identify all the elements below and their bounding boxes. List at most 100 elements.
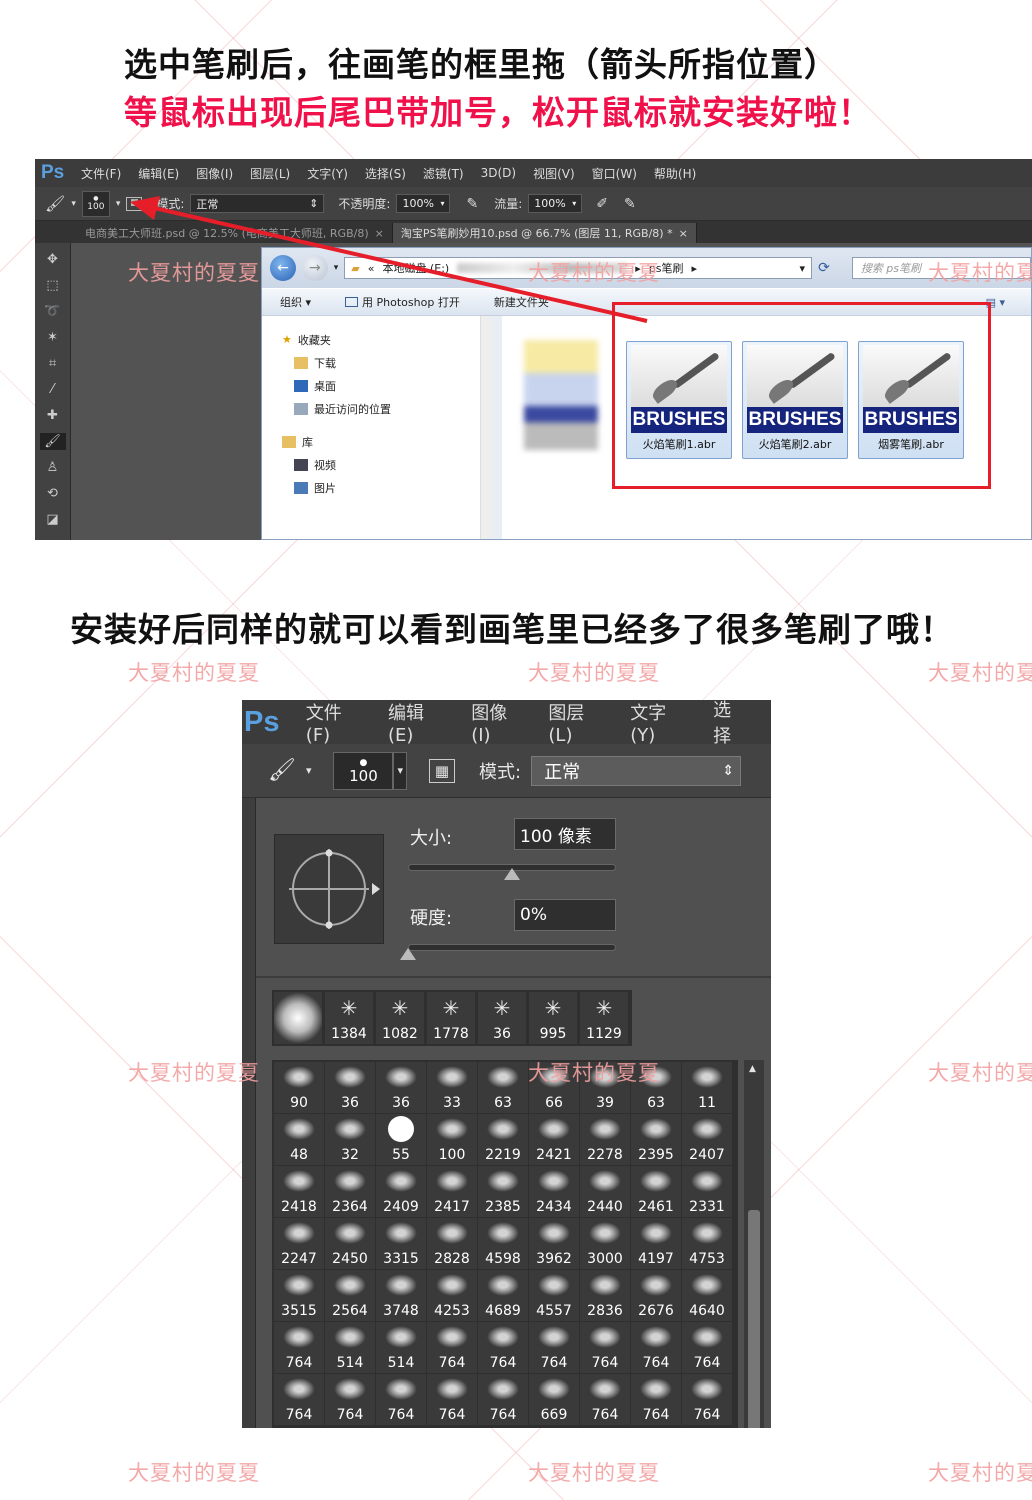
menu-help[interactable]: 帮助(H) [654, 165, 696, 182]
history-brush-tool-icon[interactable]: ⟲ [44, 485, 62, 502]
mode-select[interactable]: 正常 ⇕ [531, 755, 742, 786]
brush-cell[interactable]: 764 [478, 1374, 528, 1425]
menu-image[interactable]: 图像(I) [196, 165, 233, 182]
menu-edit[interactable]: 编辑(E) [138, 165, 179, 182]
hardness-slider[interactable] [408, 944, 616, 951]
brush-cell[interactable]: 2440 [580, 1166, 630, 1217]
brush-cell[interactable]: 764 [580, 1374, 630, 1425]
brush-preset[interactable]: ✳ 1129 [580, 992, 628, 1044]
healing-brush-tool-icon[interactable]: ✚ [44, 407, 62, 424]
size-slider-thumb[interactable] [504, 868, 520, 880]
brush-cell[interactable]: 514 [376, 1322, 426, 1373]
menu-select[interactable]: 选择 [713, 700, 749, 748]
airbrush-icon[interactable]: ✐ [596, 196, 608, 212]
brush-cell[interactable]: 3315 [376, 1218, 426, 1269]
brush-cell[interactable]: 4253 [427, 1270, 477, 1321]
brush-cell[interactable]: 2434 [529, 1166, 579, 1217]
menu-file[interactable]: 文件(F) [306, 700, 366, 746]
brush-preset-picker[interactable]: ● 100 [81, 190, 110, 217]
eraser-tool-icon[interactable]: ◪ [44, 511, 62, 528]
close-icon[interactable]: × [679, 227, 688, 240]
hardness-input[interactable]: 0% [514, 899, 616, 931]
menu-type[interactable]: 文字(Y) [630, 700, 691, 746]
brush-cell[interactable]: 2676 [631, 1270, 681, 1321]
brush-cell[interactable]: 36 [376, 1062, 426, 1113]
menu-select[interactable]: 选择(S) [365, 165, 406, 182]
nav-pictures[interactable]: 图片 [282, 476, 489, 499]
brush-cell[interactable]: 2828 [427, 1218, 477, 1269]
brush-cell[interactable]: 100 [427, 1114, 477, 1165]
chevron-down-icon[interactable]: ▾ [393, 751, 407, 790]
brush-tool-icon[interactable]: 🖌 [39, 433, 66, 450]
nav-libraries[interactable]: 库 [282, 430, 489, 453]
brush-cell[interactable]: 764 [478, 1322, 528, 1373]
organize-button[interactable]: 组织 ▾ [280, 294, 311, 310]
brush-cell[interactable]: 4689 [478, 1270, 528, 1321]
flow-field[interactable]: 100% ▾ [528, 194, 583, 213]
brush-cell[interactable]: 764 [274, 1374, 324, 1425]
soft-round-brush-preset[interactable] [274, 992, 322, 1044]
brush-panel-toggle-icon[interactable]: ▦ [126, 196, 143, 211]
nav-favorites[interactable]: ★ 收藏夹 [282, 328, 489, 351]
brush-cell[interactable]: 669 [529, 1374, 579, 1425]
brush-cell[interactable]: 764 [427, 1374, 477, 1425]
brush-cell[interactable]: 2385 [478, 1166, 528, 1217]
nav-recent[interactable]: 最近访问的位置 [282, 397, 489, 420]
brush-cell[interactable]: 2461 [631, 1166, 681, 1217]
scroll-up-icon[interactable]: ▲ [749, 1064, 756, 1074]
brush-cell[interactable]: 3515 [274, 1270, 324, 1321]
brush-cell[interactable]: 764 [325, 1374, 375, 1425]
brush-cell[interactable]: 36 [325, 1062, 375, 1113]
brush-cell[interactable]: 4197 [631, 1218, 681, 1269]
close-icon[interactable]: × [375, 227, 384, 240]
brush-cell[interactable]: 2421 [529, 1114, 579, 1165]
brush-preset[interactable]: ✳ 1384 [325, 992, 373, 1044]
back-icon[interactable]: ← [270, 255, 296, 281]
brush-cell[interactable]: 55 [376, 1114, 426, 1165]
brush-tool-icon[interactable]: 🖌 [268, 758, 296, 783]
brush-cell[interactable]: 2247 [274, 1218, 324, 1269]
brush-cell[interactable]: 3000 [580, 1218, 630, 1269]
brush-cell[interactable]: 764 [427, 1322, 477, 1373]
brush-cell[interactable]: 764 [682, 1374, 732, 1425]
brush-cell[interactable]: 764 [376, 1374, 426, 1425]
new-folder-button[interactable]: 新建文件夹 [494, 294, 549, 310]
brush-cell[interactable]: 63 [478, 1062, 528, 1113]
marquee-tool-icon[interactable]: ⬚ [44, 277, 62, 294]
move-tool-icon[interactable]: ✥ [44, 251, 62, 268]
eyedropper-tool-icon[interactable]: ⁄ [44, 381, 62, 398]
opacity-field[interactable]: 100% ▾ [396, 194, 451, 213]
brush-cell[interactable]: 2836 [580, 1270, 630, 1321]
brush-cell[interactable]: 2564 [325, 1270, 375, 1321]
pressure-size-icon[interactable]: ✎ [624, 196, 636, 212]
open-with-photoshop-button[interactable]: 用 Photoshop 打开 [345, 294, 460, 310]
brush-cell[interactable]: 764 [631, 1374, 681, 1425]
brush-cell[interactable]: 4598 [478, 1218, 528, 1269]
nav-downloads[interactable]: 下载 [282, 351, 489, 374]
lasso-tool-icon[interactable]: ➰ [44, 303, 62, 320]
brush-cell[interactable]: 2219 [478, 1114, 528, 1165]
brush-cell[interactable]: 3962 [529, 1218, 579, 1269]
brush-cell[interactable]: 2417 [427, 1166, 477, 1217]
brush-cell[interactable]: 48 [274, 1114, 324, 1165]
brush-preset-picker[interactable]: ● 100 [333, 751, 394, 790]
brush-cell[interactable]: 2450 [325, 1218, 375, 1269]
crop-tool-icon[interactable]: ⌗ [44, 355, 62, 372]
brush-cell[interactable]: 764 [580, 1322, 630, 1373]
mode-select[interactable]: 正常 ⇕ [190, 194, 325, 213]
menu-3d[interactable]: 3D(D) [481, 166, 516, 180]
brush-cell[interactable]: 2409 [376, 1166, 426, 1217]
chevron-down-icon[interactable]: ▾ [116, 199, 121, 209]
scrollbar-thumb[interactable] [748, 1210, 760, 1428]
nav-desktop[interactable]: 桌面 [282, 374, 489, 397]
chevron-down-icon[interactable]: ▾ [334, 263, 339, 273]
menu-view[interactable]: 视图(V) [533, 165, 575, 182]
forward-icon[interactable]: → [301, 255, 328, 281]
brush-panel-toggle-icon[interactable]: ▦ [429, 758, 455, 783]
brush-cell[interactable]: 2331 [682, 1166, 732, 1217]
brush-cell[interactable]: 2395 [631, 1114, 681, 1165]
menu-layer[interactable]: 图层(L) [548, 700, 608, 746]
pressure-opacity-icon[interactable]: ✎ [466, 196, 478, 212]
menu-type[interactable]: 文字(Y) [307, 165, 348, 182]
brush-cell[interactable]: 764 [529, 1322, 579, 1373]
